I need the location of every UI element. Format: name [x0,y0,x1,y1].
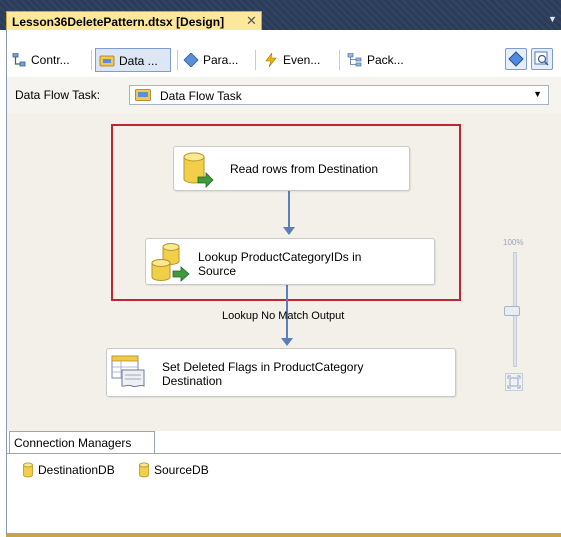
tab-package-explorer-label: Pack... [367,53,404,67]
package-explorer-icon [347,52,362,67]
diamond-icon [508,51,524,67]
arrowhead-icon [283,227,295,235]
component-lookup-label-line1: Lookup ProductCategoryIDs in [198,250,362,264]
document-tab-strip: Lesson36DeletePattern.dtsx [Design] ✕ ▼ [0,0,561,30]
zoom-to-fit-button[interactable] [505,373,523,391]
connection-item-label: SourceDB [154,463,209,478]
document-tab-title: Lesson36DeletePattern.dtsx [Design] [12,15,225,29]
zoom-designer-button[interactable] [531,48,553,70]
close-icon[interactable]: ✕ [246,13,257,29]
component-set-deleted-flags[interactable]: Set Deleted Flags in ProductCategory Des… [106,348,456,397]
tab-connection-managers[interactable]: Connection Managers [9,431,155,453]
arrowhead-icon [281,338,293,346]
component-destination-label-line2: Destination [162,374,223,388]
ssis-designer-window: Lesson36DeletePattern.dtsx [Design] ✕ ▼ … [0,0,561,537]
component-destination-label-line1: Set Deleted Flags in ProductCategory [162,360,364,374]
tab-event-handlers-label: Even... [283,53,321,67]
data-flow-icon [99,55,115,67]
tab-data-flow[interactable]: Data ... [95,48,171,72]
magnifier-icon [534,51,549,66]
source-database-icon [183,152,214,188]
tab-separator [177,50,178,70]
data-flow-task-label: Data Flow Task: [15,88,101,102]
zoom-slider-thumb[interactable] [504,306,520,316]
component-read-rows[interactable]: Read rows from Destination [173,146,410,191]
tab-dropdown-icon[interactable]: ▼ [548,14,557,24]
data-flow-task-value: Data Flow Task [160,89,242,103]
fit-to-window-icon [507,375,521,389]
path-label-no-match: Lookup No Match Output [222,310,345,322]
control-flow-icon [12,52,26,67]
tab-package-explorer[interactable]: Pack... [347,48,404,72]
component-read-rows-label: Read rows from Destination [230,162,379,176]
parameters-icon [183,52,199,67]
component-lookup[interactable]: Lookup ProductCategoryIDs in Source [145,238,435,285]
bottom-border [6,533,561,537]
component-lookup-label-line2: Source [198,264,237,278]
chevron-down-icon[interactable]: ▼ [533,89,542,99]
data-flow-task-select[interactable]: Data Flow Task ▼ [129,85,549,105]
event-handlers-icon [265,52,277,67]
tab-separator [339,50,340,70]
document-tab[interactable]: Lesson36DeletePattern.dtsx [Design] ✕ [6,11,262,30]
tab-separator [255,50,256,70]
connection-managers-panel: Connection Managers DestinationDB Source… [6,431,561,537]
connection-icon [23,462,33,478]
tab-event-handlers[interactable]: Even... [263,48,320,72]
lookup-icon [151,243,190,282]
tab-data-flow-label: Data ... [119,54,158,68]
connection-item-sourcedb[interactable]: SourceDB [139,462,209,479]
tab-parameters[interactable]: Para... [183,48,238,72]
data-flow-task-row: Data Flow Task: Data Flow Task ▼ [6,77,561,113]
ole-db-command-icon [111,355,145,388]
connection-item-label: DestinationDB [38,463,115,478]
tab-separator [91,50,92,70]
tab-parameters-label: Para... [203,53,239,67]
data-flow-icon [135,89,151,101]
connection-icon [139,462,149,478]
data-flow-canvas[interactable]: Read rows from Destination Lookup Produc… [6,113,561,431]
zoom-level-label: 100% [503,238,524,247]
connection-item-destinationdb[interactable]: DestinationDB [23,462,115,479]
divider [7,453,561,454]
deploy-button[interactable] [505,48,527,70]
tab-control-flow-label: Contr... [31,53,70,67]
designer-tab-bar: Contr... Data ... Para... Even... Pack..… [6,30,561,77]
tab-control-flow[interactable]: Contr... [11,48,70,72]
